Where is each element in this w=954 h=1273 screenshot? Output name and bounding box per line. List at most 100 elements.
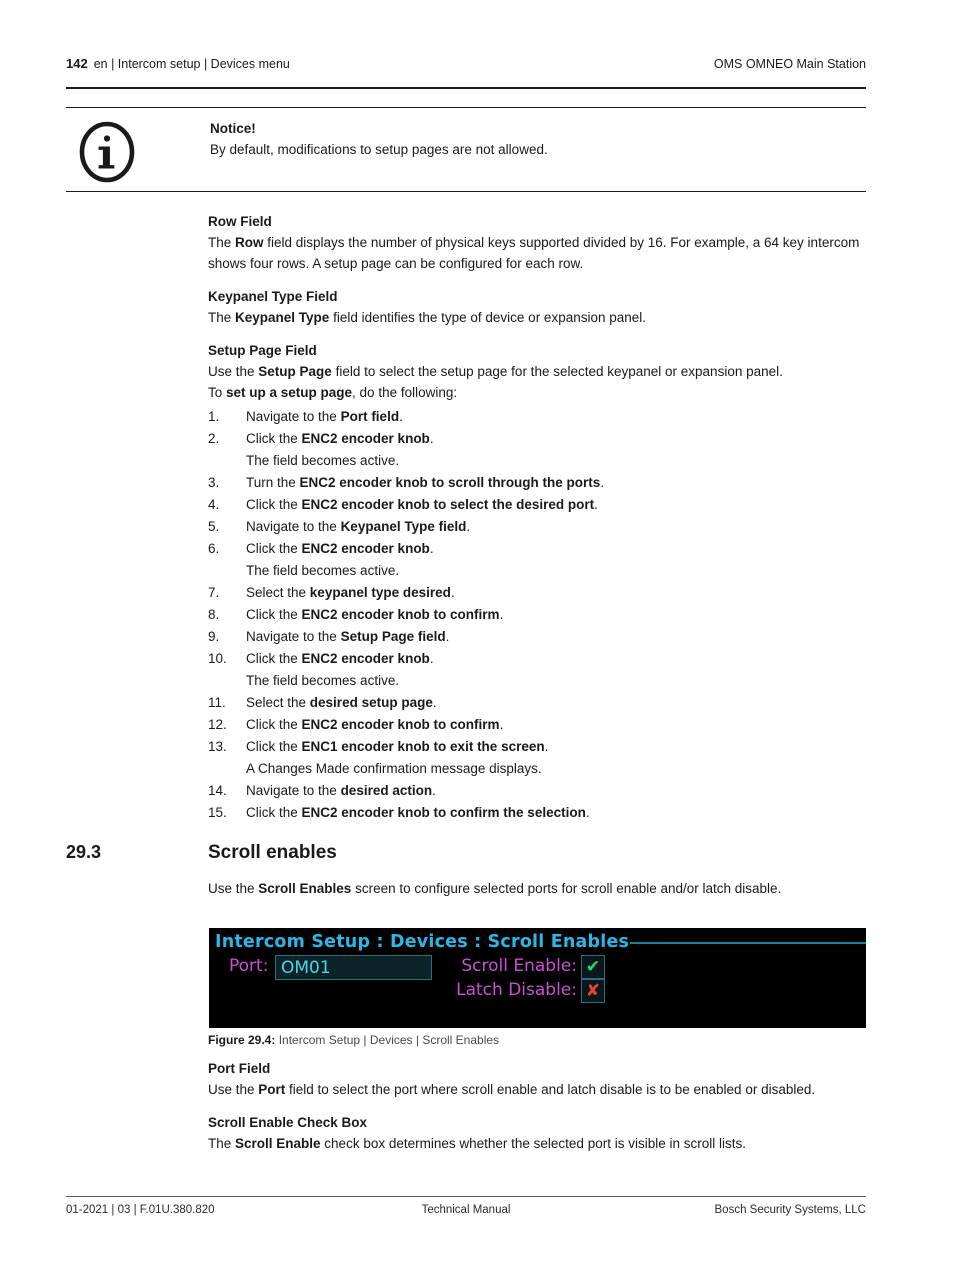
paragraph-setup-intro: To set up a setup page, do the following… xyxy=(208,382,866,403)
section-title: Scroll enables xyxy=(208,842,337,863)
step-number: 3. xyxy=(208,475,220,490)
step-number: 4. xyxy=(208,497,220,512)
step-text: Click the ENC2 encoder knob to confirm. xyxy=(246,714,866,736)
step-number: 7. xyxy=(208,585,220,600)
step-number: 8. xyxy=(208,607,220,622)
step-number: 13. xyxy=(208,739,227,754)
text-pre: Click the xyxy=(246,541,302,556)
text-post: . xyxy=(499,607,504,622)
text-bold: Port xyxy=(258,1082,286,1097)
product-name: OMS OMNEO Main Station xyxy=(713,57,866,71)
text-pre: Use the xyxy=(208,364,259,379)
text-post: . xyxy=(544,739,549,754)
paragraph-scroll-enables-intro: Use the Scroll Enables screen to configu… xyxy=(208,878,866,899)
text-post: . xyxy=(450,585,455,600)
step-text: Navigate to the Keypanel Type field. xyxy=(246,516,866,538)
step-text: Click the ENC2 encoder knob. xyxy=(246,538,866,560)
step-number: 10. xyxy=(208,651,227,666)
text-pre: The xyxy=(208,310,236,325)
page-number: 142 xyxy=(66,56,88,71)
step-note: A Changes Made confirmation message disp… xyxy=(246,761,542,776)
cross-icon: ✘ xyxy=(585,980,601,1001)
text-pre: To xyxy=(208,385,227,400)
step-note: The field becomes active. xyxy=(246,563,400,578)
text-bold: ENC2 encoder knob to select the desired … xyxy=(301,497,595,512)
step-text: Select the desired setup page. xyxy=(246,692,866,714)
procedure-step: 3. Turn the ENC2 encoder knob to scroll t… xyxy=(208,472,866,494)
section-body-scroll-enables: Use the Scroll Enables screen to configu… xyxy=(208,878,866,899)
figure-caption-text: Intercom Setup | Devices | Scroll Enable… xyxy=(278,1033,500,1047)
step-note: The field becomes active. xyxy=(246,673,400,688)
text-pre: The xyxy=(208,235,236,250)
text-pre: Select the xyxy=(246,695,310,710)
text-post: . xyxy=(429,651,434,666)
text-pre: Navigate to the xyxy=(246,629,341,644)
step-text: Click the ENC2 encoder knob to confirm. xyxy=(246,604,866,626)
info-circle-icon xyxy=(78,121,136,183)
step-number: 1. xyxy=(208,409,220,424)
lcd-port-input[interactable]: OM01 xyxy=(275,955,432,980)
text-bold: ENC2 encoder knob to scroll through the … xyxy=(299,475,601,490)
lcd-title: Intercom Setup : Devices : Scroll Enable… xyxy=(215,932,630,952)
text-post: field to select the setup page for the s… xyxy=(331,364,783,379)
text-pre: Click the xyxy=(246,805,302,820)
main-content: Row Field The Row field displays the num… xyxy=(208,212,866,824)
notice-title: Notice! xyxy=(210,121,256,136)
lcd-title-row: Intercom Setup : Devices : Scroll Enable… xyxy=(209,930,866,954)
text-pre: Click the xyxy=(246,431,302,446)
tail-content: Port Field Use the Port field to select … xyxy=(208,1059,866,1154)
text-bold: Row xyxy=(235,235,264,250)
step-number: 11. xyxy=(208,695,226,710)
lcd-scroll-enable-row: Scroll Enable: xyxy=(449,956,577,980)
procedure-step: 7. Select the keypanel type desired. xyxy=(208,582,866,604)
text-bold: ENC2 encoder knob xyxy=(301,541,430,556)
figure-caption: Figure 29.4: Intercom Setup | Devices | … xyxy=(208,1032,866,1048)
text-bold: Setup Page field xyxy=(340,629,446,644)
step-text: Click the ENC1 encoder knob to exit the … xyxy=(246,736,866,758)
text-pre: Navigate to the xyxy=(246,783,341,798)
step-text: Turn the ENC2 encoder knob to scroll thr… xyxy=(246,472,866,494)
step-number: 15. xyxy=(208,805,227,820)
text-pre: Click the xyxy=(246,607,302,622)
procedure-step: 5. Navigate to the Keypanel Type field. xyxy=(208,516,866,538)
procedure-step: 8. Click the ENC2 encoder knob to confirm… xyxy=(208,604,866,626)
text-bold: ENC2 encoder knob to confirm the selecti… xyxy=(301,805,586,820)
heading-keypanel-type-field: Keypanel Type Field xyxy=(208,289,338,304)
text-post: . xyxy=(429,431,434,446)
procedure-step: 9. Navigate to the Setup Page field. xyxy=(208,626,866,648)
procedure-step: 13. Click the ENC1 encoder knob to exit t… xyxy=(208,736,866,758)
procedure-step: 12. Click the ENC2 encoder knob to confir… xyxy=(208,714,866,736)
procedure-step: 6. Click the ENC2 encoder knob. xyxy=(208,538,866,560)
notice-body: Notice! By default, modifications to set… xyxy=(210,119,850,160)
text-bold: keypanel type desired xyxy=(309,585,451,600)
page-header: 142 en | Intercom setup | Devices menu O… xyxy=(66,56,866,71)
lcd-scroll-enable-label: Scroll Enable: xyxy=(461,956,577,976)
heading-port-field: Port Field xyxy=(208,1061,271,1076)
lcd-scroll-enable-checkbox[interactable]: ✔ xyxy=(581,955,605,979)
text-bold: Port field xyxy=(340,409,400,424)
step-text: Navigate to the Setup Page field. xyxy=(246,626,866,648)
text-bold: Keypanel Type xyxy=(235,310,330,325)
header-left: 142 en | Intercom setup | Devices menu xyxy=(66,56,290,71)
lcd-port-value: OM01 xyxy=(281,957,331,978)
notice-text: By default, modifications to setup pages… xyxy=(210,142,548,157)
lcd-latch-disable-checkbox[interactable]: ✘ xyxy=(581,979,605,1003)
text-pre: Navigate to the xyxy=(246,519,341,534)
procedure-step: 15. Click the ENC2 encoder knob to confir… xyxy=(208,802,866,824)
text-pre: Select the xyxy=(246,585,310,600)
text-bold: Setup Page xyxy=(258,364,332,379)
text-bold: Scroll Enable xyxy=(235,1136,321,1151)
text-bold: set up a setup page xyxy=(226,385,353,400)
text-post: screen to configure selected ports for s… xyxy=(351,881,782,896)
text-bold: ENC2 encoder knob xyxy=(301,431,430,446)
text-post: . xyxy=(499,717,504,732)
figure-label: Figure 29.4: xyxy=(208,1033,276,1047)
text-bold: desired action xyxy=(340,783,433,798)
text-pre: Turn the xyxy=(246,475,300,490)
text-post: . xyxy=(399,409,403,424)
step-text: Click the ENC2 encoder knob. xyxy=(246,428,866,450)
step-text: Click the ENC2 encoder knob to select th… xyxy=(246,494,866,516)
heading-scroll-enable-checkbox: Scroll Enable Check Box xyxy=(208,1115,368,1130)
step-text: Click the ENC2 encoder knob to confirm t… xyxy=(246,802,866,824)
text-bold: ENC2 encoder knob to confirm xyxy=(301,607,500,622)
